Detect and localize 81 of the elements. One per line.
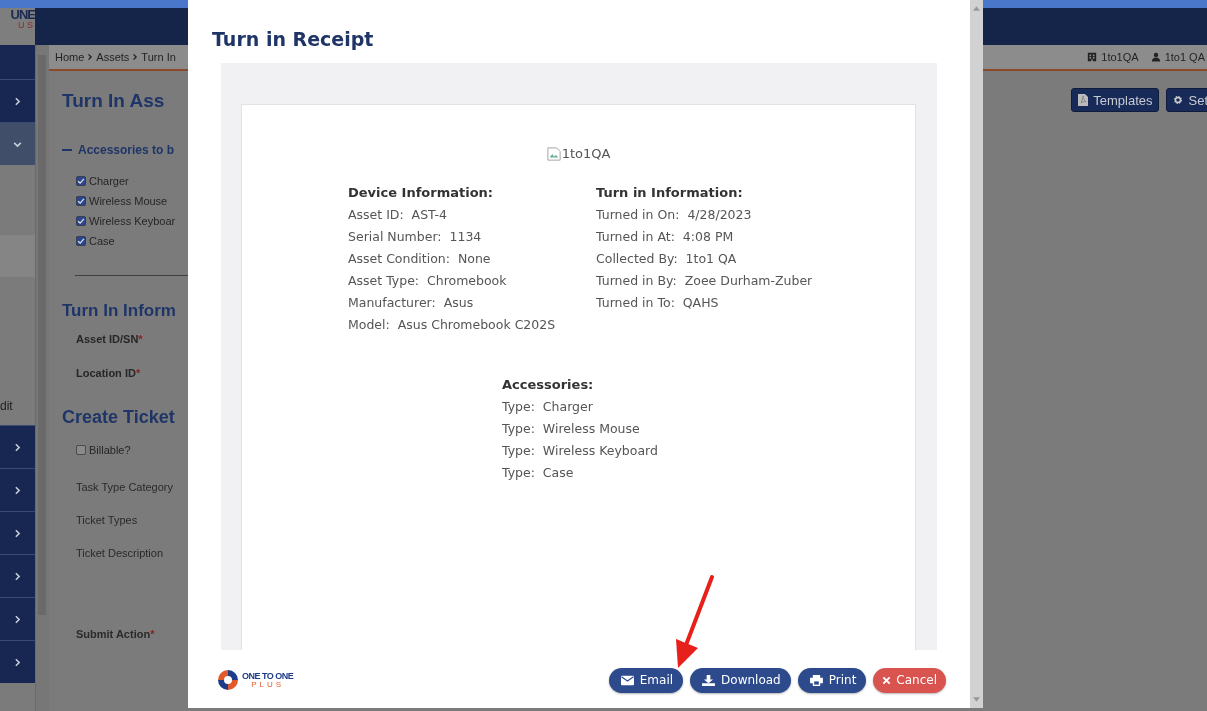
action-button[interactable]: Download <box>690 667 791 693</box>
building-icon <box>1087 52 1098 62</box>
checkbox[interactable] <box>76 176 86 186</box>
sidebar-item[interactable] <box>0 597 35 640</box>
checkbox[interactable] <box>76 196 86 206</box>
sidebar-item[interactable] <box>0 122 35 165</box>
checkbox-label: Wireless Mouse <box>89 195 168 207</box>
sidebar-header <box>0 45 35 79</box>
settings-icon <box>1173 94 1184 106</box>
site-name[interactable]: 1to1QA <box>1101 51 1139 63</box>
checkbox[interactable] <box>76 216 86 226</box>
info-line: Turned in At: 4:08 PM <box>596 228 735 246</box>
sidebar-item[interactable] <box>0 640 35 683</box>
page-title: Turn In Ass <box>62 90 166 112</box>
cancel-button[interactable]: Cancel <box>873 667 946 693</box>
info-line: Type: Wireless Mouse <box>502 420 641 438</box>
checkbox-label: Case <box>89 235 115 247</box>
sidebar-item[interactable] <box>0 425 35 468</box>
field-label: Submit Action* <box>75 628 156 640</box>
section-heading[interactable]: Accessories to b <box>78 143 175 157</box>
info-line: Asset Condition: None <box>348 250 492 268</box>
section-heading: Device Information: <box>348 184 495 202</box>
breadcrumb-link[interactable]: Home <box>55 51 85 63</box>
section-heading: Accessories: <box>502 376 595 394</box>
action-button[interactable]: Email <box>608 667 684 693</box>
info-line: Turned in By: Zoee Durham-Zuber <box>596 272 814 290</box>
logo-alt-text: 1to1QA <box>561 146 611 161</box>
info-line: Type: Charger <box>502 398 594 416</box>
section-heading: Turn in Information: <box>596 184 744 202</box>
field-label: Location ID* <box>75 367 142 381</box>
scrollbar[interactable] <box>35 45 49 711</box>
info-line: Asset Type: Chromebook <box>348 272 508 290</box>
sidebar-item[interactable] <box>0 554 35 597</box>
info-line: Manufacturer: Asus <box>348 294 475 312</box>
logo-icon <box>218 670 238 690</box>
sidebar-item[interactable] <box>0 468 35 511</box>
section-heading: Turn In Inform <box>62 301 177 321</box>
scroll-up-icon[interactable] <box>973 6 980 11</box>
field-label: Ticket Types <box>75 514 139 526</box>
pdf-file-icon <box>1078 94 1089 106</box>
dialog-title: Turn in Receipt <box>211 27 375 52</box>
sidebar-label[interactable]: dit <box>0 399 13 413</box>
sidebar-item[interactable] <box>0 79 35 122</box>
checkbox-label: Wireless Keyboar <box>89 215 176 227</box>
checkbox-label: Charger <box>89 175 129 187</box>
info-line: Type: Wireless Keyboard <box>502 442 659 460</box>
user-name[interactable]: 1to1 QA <box>1164 51 1205 63</box>
breadcrumb-link[interactable]: Turn In <box>141 51 176 63</box>
printer-icon <box>809 674 823 686</box>
info-line: Serial Number: 1134 <box>348 228 483 246</box>
field-label: Task Type Category <box>75 481 174 493</box>
sidebar-item[interactable] <box>0 511 35 554</box>
close-icon <box>882 675 892 685</box>
info-line: Asset ID: AST-4 <box>348 206 449 224</box>
checkbox[interactable] <box>76 236 86 246</box>
chevron-icon <box>132 53 139 61</box>
checkbox-label: Billable? <box>89 444 131 456</box>
field-label: Asset ID/SN* <box>75 333 144 347</box>
envelope-icon <box>620 674 634 686</box>
section-heading: Create Ticket <box>62 407 176 428</box>
checkbox[interactable] <box>76 445 86 455</box>
download-icon <box>702 674 716 686</box>
info-line: Collected By: 1to1 QA <box>596 250 738 268</box>
toolbar-button[interactable]: Templates <box>1071 88 1160 112</box>
info-line: Turned in To: QAHS <box>596 294 720 312</box>
info-line: Type: Case <box>502 464 575 482</box>
chevron-icon <box>87 53 94 61</box>
broken-image-icon <box>546 146 561 161</box>
field-label: Ticket Description <box>75 547 164 559</box>
logo-subtext: U S <box>18 21 34 30</box>
brand-subtext: PLUS <box>250 680 286 689</box>
info-line: Turned in On: 4/28/2023 <box>596 206 753 224</box>
scroll-down-icon[interactable] <box>973 697 980 702</box>
scrollbar[interactable] <box>970 0 983 708</box>
breadcrumb-link[interactable]: Assets <box>96 51 130 63</box>
logo-text: UNE <box>10 8 35 21</box>
brand-name: ONE TO ONE <box>242 671 294 681</box>
action-button[interactable]: Print <box>797 667 867 693</box>
collapse-icon[interactable] <box>62 148 72 152</box>
info-line: Model: Asus Chromebook C202S <box>348 316 557 334</box>
user-icon <box>1150 52 1161 62</box>
